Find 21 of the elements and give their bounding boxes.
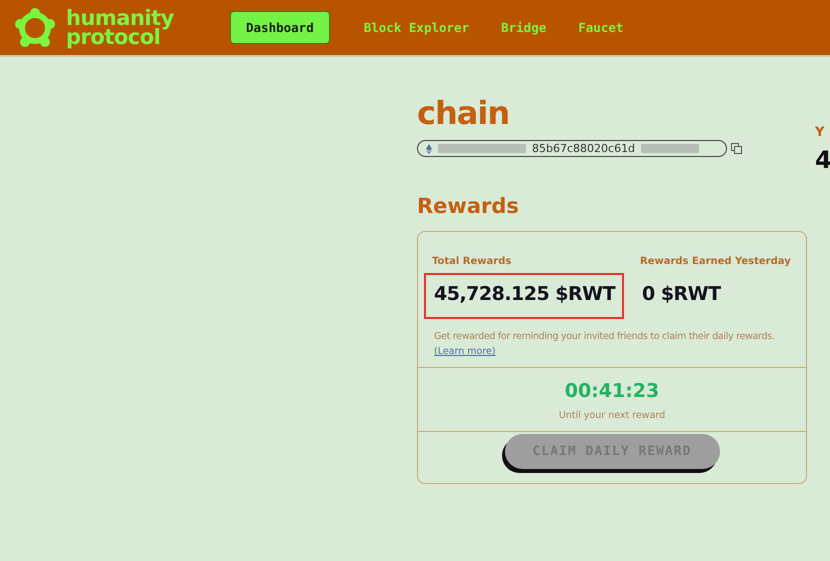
page-title: chain: [416, 95, 510, 131]
copy-icon[interactable]: [731, 143, 742, 154]
nav-link[interactable]: Faucet: [578, 20, 624, 35]
logo-icon: [14, 6, 56, 48]
timer-caption: Until your next reward: [558, 410, 666, 421]
logo-text: humanity protocol: [66, 8, 175, 46]
stat-value: 45,728.125 $RWT: [424, 273, 624, 319]
nav-link[interactable]: Bridge: [501, 20, 546, 35]
redaction-blur: [641, 144, 700, 153]
nav-link[interactable]: Dashboard: [230, 11, 330, 44]
stat-label: Total Rewards: [431, 256, 512, 267]
stat-value: 0 $RWT: [641, 282, 722, 307]
section-heading: Rewards: [417, 193, 520, 219]
countdown-timer: 00:41:23: [564, 380, 660, 402]
learn-more-link[interactable]: (Learn more): [434, 346, 496, 357]
column-heading: Y: [815, 125, 826, 140]
rewards-note: Get rewarded for reminding your invited friends to claim their daily rewards.: [433, 330, 776, 342]
ethereum-icon: [426, 144, 432, 154]
stat-label: Rewards Earned Yesterday: [639, 256, 791, 267]
nav-link[interactable]: Block Explorer: [364, 20, 470, 35]
address-text: 85b67c88020c61d: [532, 142, 636, 155]
